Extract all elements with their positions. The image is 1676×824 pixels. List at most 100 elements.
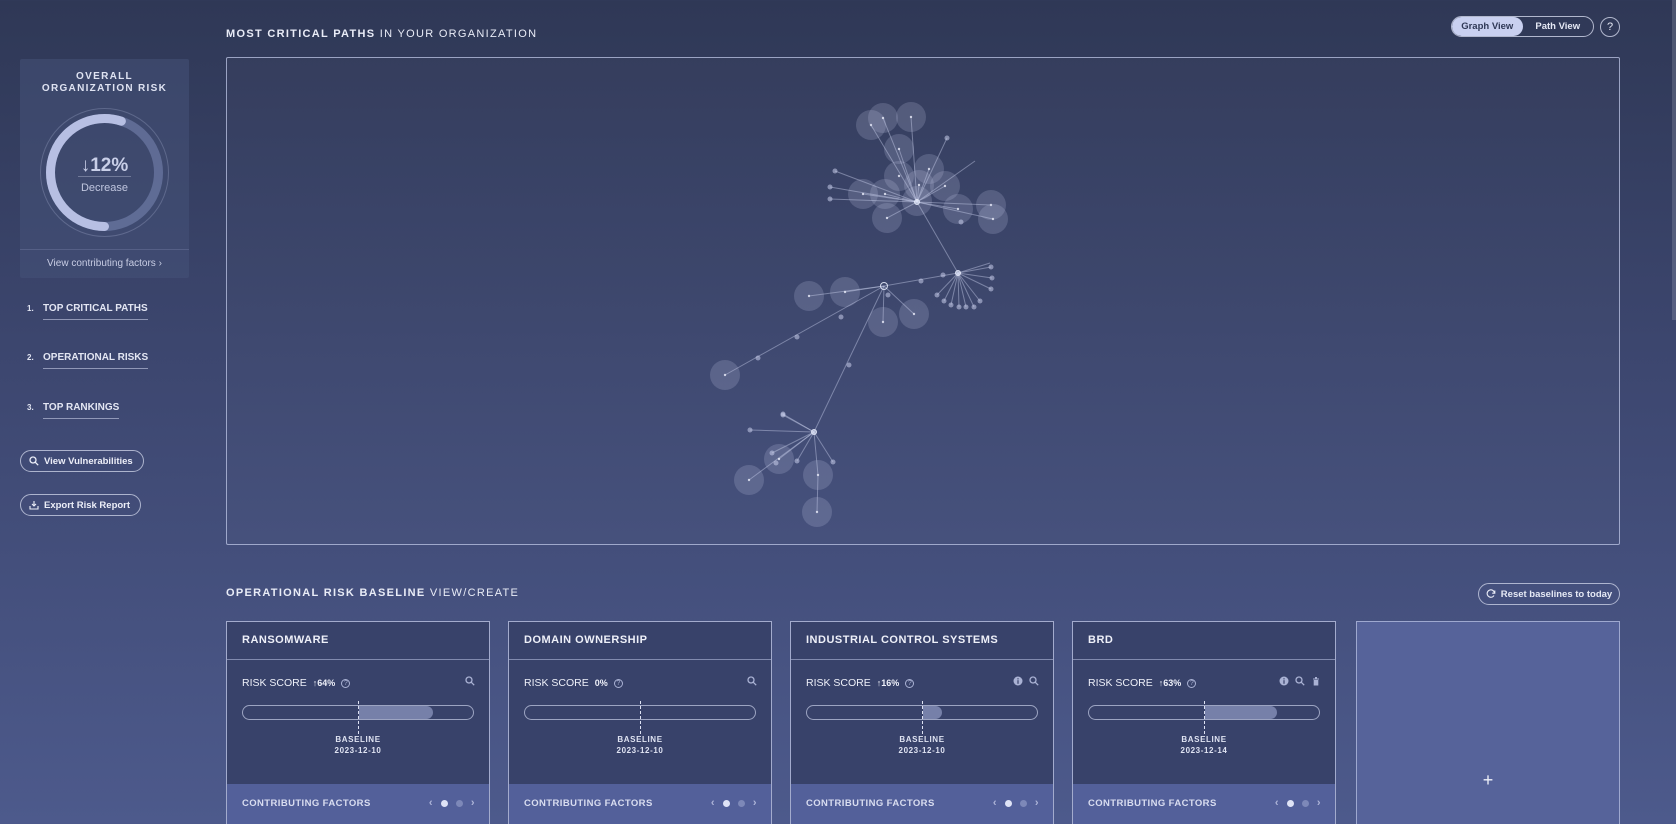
- pager-dot[interactable]: [737, 799, 745, 807]
- pager-dot[interactable]: [1286, 799, 1294, 807]
- graph-leaf-node[interactable]: [780, 411, 786, 417]
- question-icon[interactable]: ?: [613, 678, 623, 688]
- graph-leaf-node[interactable]: [948, 302, 954, 308]
- risk-card-title: OVERALL ORGANIZATION RISK: [20, 71, 189, 95]
- graph-leaf-node[interactable]: [940, 272, 946, 278]
- arrow-down-icon: ↓: [80, 155, 91, 176]
- baseline-card[interactable]: RANSOMWARE RISK SCORE ↑64% ? BASELINE 20…: [226, 621, 490, 824]
- graph-leaf-node[interactable]: [830, 459, 836, 465]
- risk-score-value: ↑63%: [1159, 678, 1182, 688]
- pager-dot[interactable]: [1019, 799, 1027, 807]
- chevron-right-icon[interactable]: ›: [1035, 797, 1039, 809]
- graph-hub-node[interactable]: [914, 199, 920, 205]
- chevron-right-icon[interactable]: ›: [1317, 797, 1321, 809]
- nav-label: TOP CRITICAL PATHS: [43, 303, 148, 320]
- pager-dot[interactable]: [440, 799, 448, 807]
- chevron-right-icon[interactable]: ›: [471, 797, 475, 809]
- graph-leaf-node[interactable]: [794, 334, 800, 340]
- chevron-left-icon[interactable]: ‹: [711, 797, 715, 809]
- factors-pager: ‹ ›: [711, 797, 757, 809]
- graph-leaf-node[interactable]: [846, 362, 852, 368]
- graph-leaf-node[interactable]: [934, 292, 940, 298]
- graph-leaf-node[interactable]: [773, 460, 779, 466]
- graph-edge: [943, 272, 959, 302]
- path-view-tab[interactable]: Path View: [1523, 17, 1594, 36]
- graph-node-center: [777, 457, 781, 461]
- reset-baselines-button[interactable]: Reset baselines to today: [1478, 583, 1620, 605]
- nav-item-operational-risks[interactable]: 2. OPERATIONAL RISKS: [27, 352, 149, 369]
- pager-dot[interactable]: [1301, 799, 1309, 807]
- contributing-factors-footer: CONTRIBUTING FACTORS ‹ ›: [227, 784, 489, 824]
- nav-item-top-rankings[interactable]: 3. TOP RANKINGS: [27, 402, 120, 419]
- graph-leaf-node[interactable]: [988, 264, 994, 270]
- graph-leaf-node[interactable]: [769, 450, 775, 456]
- graph-leaf-node[interactable]: [827, 184, 833, 190]
- pager-dot[interactable]: [1004, 799, 1012, 807]
- network-graph[interactable]: [227, 58, 1619, 544]
- nav-item-top-critical-paths[interactable]: 1. TOP CRITICAL PATHS: [27, 303, 148, 320]
- contributing-factors-footer: CONTRIBUTING FACTORS ‹ ›: [509, 784, 771, 824]
- graph-node-center: [861, 192, 865, 196]
- graph-leaf-node[interactable]: [977, 298, 983, 304]
- baseline-title-bold: OPERATIONAL RISK BASELINE: [226, 587, 426, 599]
- chevron-right-icon[interactable]: ›: [753, 797, 757, 809]
- graph-hub-node[interactable]: [811, 429, 817, 435]
- baseline-card[interactable]: BRD RISK SCORE ↑63% ? BASELINE 2023-12-1…: [1072, 621, 1336, 824]
- graph-leaf-node[interactable]: [827, 196, 833, 202]
- question-icon[interactable]: ?: [341, 678, 351, 688]
- graph-leaf-node[interactable]: [988, 286, 994, 292]
- baseline-marker: [640, 701, 641, 734]
- view-contributing-factors-link[interactable]: View contributing factors ›: [20, 249, 189, 278]
- graph-leaf-node[interactable]: [958, 219, 964, 225]
- export-risk-report-button[interactable]: Export Risk Report: [20, 494, 142, 516]
- info-icon[interactable]: [1013, 676, 1023, 686]
- graph-leaf-node[interactable]: [918, 278, 924, 284]
- risk-score: RISK SCORE ↑16% ?: [806, 677, 915, 689]
- trash-icon[interactable]: [1311, 676, 1321, 686]
- graph-leaf-node[interactable]: [832, 168, 838, 174]
- card-title: RANSOMWARE: [227, 622, 489, 660]
- graph-node-center: [909, 115, 913, 119]
- add-baseline-card[interactable]: +: [1356, 621, 1620, 824]
- factors-pager: ‹ ›: [993, 797, 1039, 809]
- view-vulnerabilities-button[interactable]: View Vulnerabilities: [20, 450, 144, 472]
- pager-dot[interactable]: [722, 799, 730, 807]
- graph-leaf-node[interactable]: [794, 458, 800, 464]
- search-icon[interactable]: [1295, 676, 1305, 686]
- graph-node-center: [991, 217, 995, 221]
- plus-icon: +: [1482, 770, 1494, 790]
- chevron-left-icon[interactable]: ‹: [429, 797, 433, 809]
- card-actions: [1013, 676, 1039, 686]
- graph-leaf-node[interactable]: [747, 427, 753, 433]
- search-icon[interactable]: [747, 676, 757, 686]
- contributing-factors-label: CONTRIBUTING FACTORS: [1088, 798, 1217, 809]
- graph-leaf-node[interactable]: [944, 135, 950, 141]
- pager-dot[interactable]: [455, 799, 463, 807]
- search-icon[interactable]: [1029, 676, 1039, 686]
- graph-title-bold: MOST CRITICAL PATHS: [226, 28, 376, 40]
- graph-leaf-node[interactable]: [838, 314, 844, 320]
- question-icon[interactable]: ?: [1187, 678, 1197, 688]
- graph-leaf-node[interactable]: [755, 355, 761, 361]
- graph-view-tab[interactable]: Graph View: [1452, 17, 1523, 36]
- graph-leaf-node[interactable]: [963, 304, 969, 310]
- graph-leaf-node[interactable]: [941, 298, 947, 304]
- graph-leaf-node[interactable]: [956, 304, 962, 310]
- graph-hub-node[interactable]: [955, 270, 961, 276]
- graph-leaf-node[interactable]: [885, 292, 891, 298]
- search-icon[interactable]: [465, 676, 475, 686]
- critical-paths-graph[interactable]: [226, 57, 1620, 545]
- risk-title-line2: ORGANIZATION RISK: [41, 83, 168, 94]
- graph-node-center: [747, 478, 751, 482]
- baseline-card[interactable]: INDUSTRIAL CONTROL SYSTEMS RISK SCORE ↑1…: [790, 621, 1054, 824]
- baseline-card[interactable]: DOMAIN OWNERSHIP RISK SCORE 0% ? BASELIN…: [508, 621, 772, 824]
- chevron-left-icon[interactable]: ‹: [1275, 797, 1279, 809]
- question-icon[interactable]: ?: [905, 678, 915, 688]
- graph-leaf-node[interactable]: [989, 275, 995, 281]
- graph-leaf-node[interactable]: [971, 304, 977, 310]
- factors-pager: ‹ ›: [429, 797, 475, 809]
- help-button[interactable]: ?: [1600, 17, 1620, 37]
- info-icon[interactable]: [1279, 676, 1289, 686]
- chevron-left-icon[interactable]: ‹: [993, 797, 997, 809]
- scrollbar[interactable]: [1672, 0, 1676, 320]
